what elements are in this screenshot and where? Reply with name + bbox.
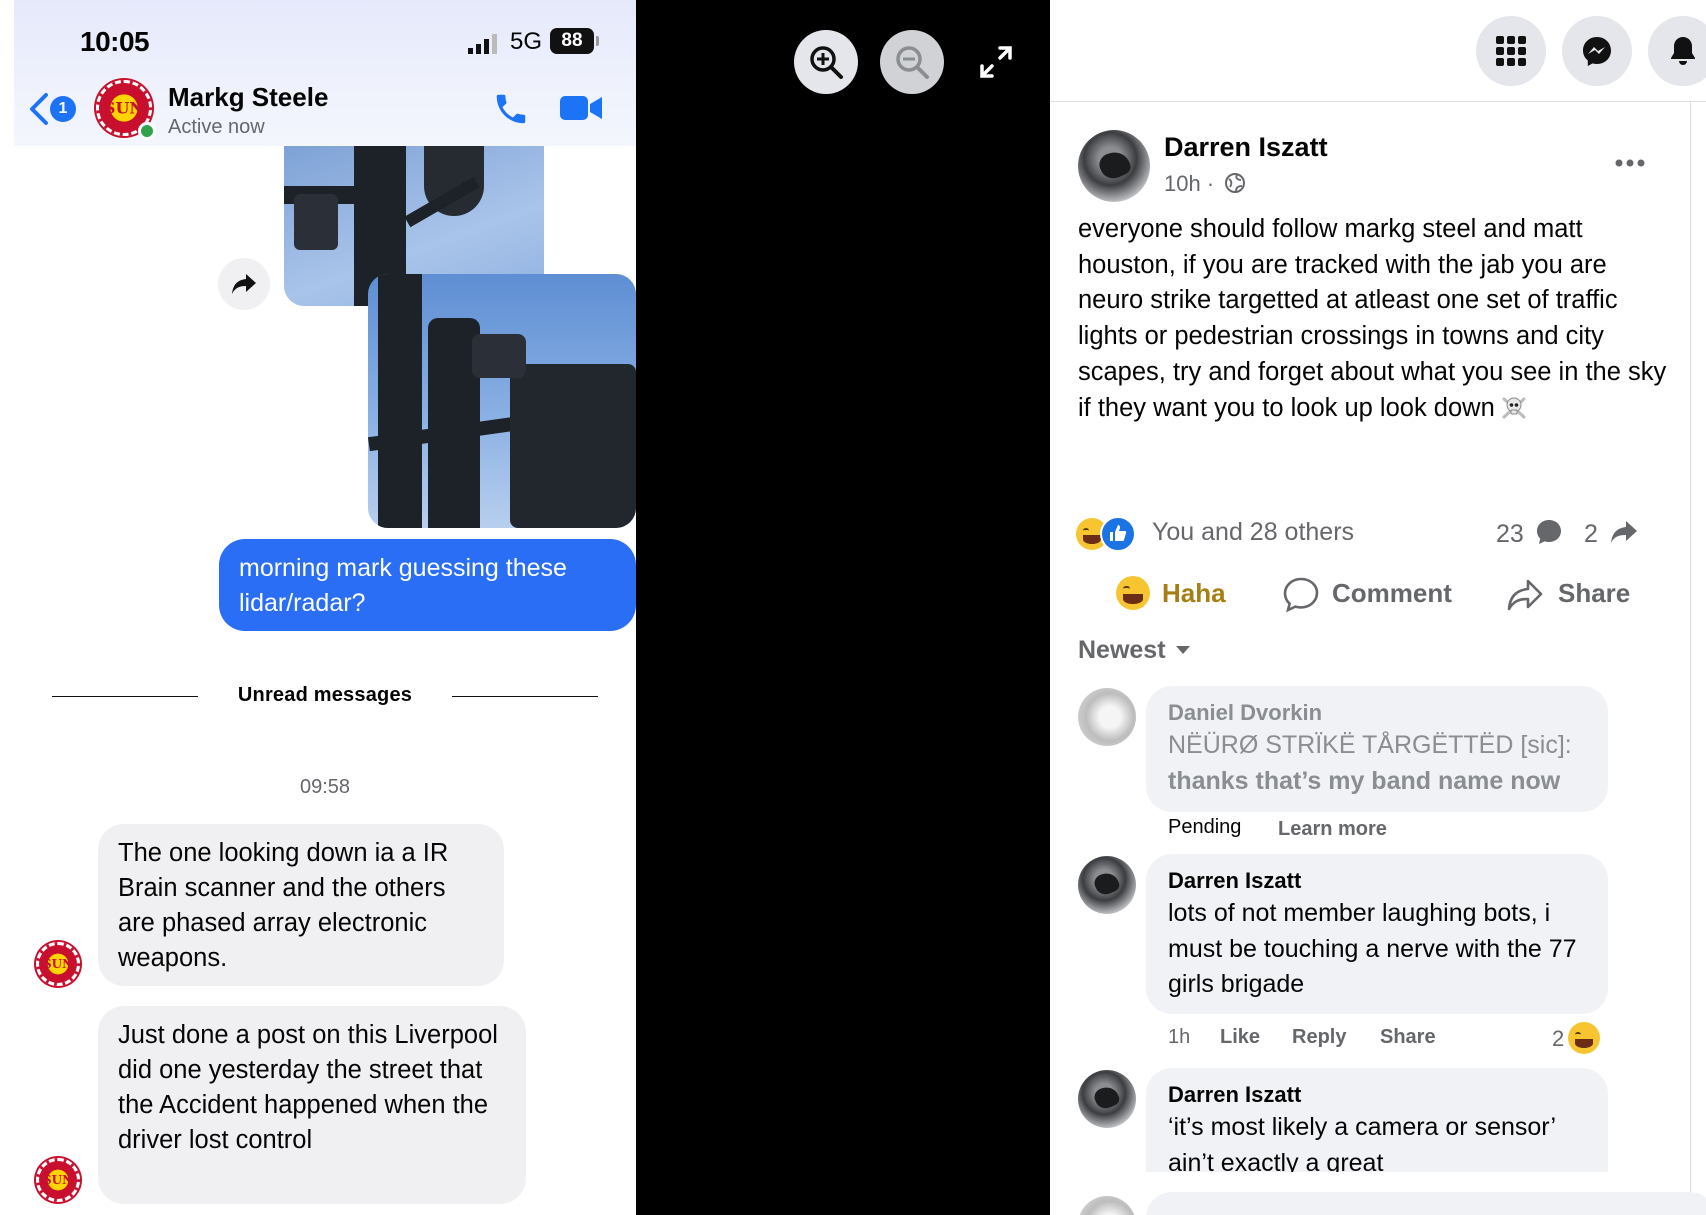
commenter-name[interactable]: Darren Iszatt [1168, 866, 1586, 896]
share-icon [1507, 579, 1543, 611]
share-button[interactable]: Share [1506, 570, 1646, 620]
menu-grid-icon [1496, 36, 1526, 66]
learn-more-link[interactable]: Learn more [1278, 818, 1387, 841]
reactions-summary[interactable]: You and 28 others [1152, 518, 1354, 547]
zoom-out-icon [896, 46, 929, 79]
haha-button[interactable]: Haha [1116, 570, 1246, 620]
zoom-out-button[interactable] [880, 30, 944, 94]
haha-icon [1116, 576, 1150, 610]
skull-crossbones-icon [1502, 397, 1526, 419]
comment-bubble: Darren Iszatt lots of not member laughin… [1146, 854, 1608, 1014]
comment-text: ‘it’s most likely a camera or sensor’ ai… [1168, 1113, 1556, 1177]
bottom-edge [14, 1206, 636, 1215]
comment-text: lots of not member laughing bots, i must… [1168, 899, 1577, 999]
network-label: 5G [510, 28, 543, 55]
commenter-avatar[interactable] [1078, 856, 1136, 914]
chat-header: 1 SUN Markg Steele Active now [14, 74, 636, 146]
post-author-name[interactable]: Darren Iszatt [1164, 132, 1328, 163]
comment-sort-dropdown[interactable]: Newest [1078, 636, 1192, 665]
facebook-top-bar [1050, 0, 1706, 102]
comment-reaction-count[interactable]: 2 [1552, 1026, 1564, 1052]
status-time: 10:05 [80, 26, 150, 57]
scrollbar-track[interactable] [1690, 102, 1691, 1215]
commenter-avatar[interactable] [1078, 1070, 1136, 1128]
thumbs-up-icon [1110, 525, 1127, 541]
online-status-dot [138, 122, 156, 140]
unread-count-badge[interactable]: 1 [50, 96, 76, 122]
caret-down-icon [1175, 646, 1190, 654]
commenter-name[interactable]: Daniel Dvorkin [1168, 698, 1586, 728]
facebook-post-panel: Darren Iszatt 10h · everyone should foll… [1050, 0, 1706, 1215]
post-time[interactable]: 10h · [1164, 171, 1220, 196]
commenter-name[interactable]: Darren Iszatt [1168, 1080, 1586, 1110]
outgoing-message[interactable]: morning mark guessing these lidar/radar? [219, 539, 636, 631]
shared-photo-2[interactable] [368, 274, 636, 528]
comment-button[interactable]: Comment [1282, 570, 1462, 620]
phone-call-icon[interactable] [492, 90, 530, 128]
status-bar: 10:05 5G 88 [14, 0, 636, 84]
share-arrow-icon [1610, 521, 1637, 543]
incoming-message-2[interactable]: Just done a post on this Liverpool did o… [98, 1006, 526, 1204]
share-count[interactable]: 2 [1584, 518, 1639, 549]
post-body: everyone should follow markg steel and m… [1078, 212, 1678, 426]
like-reaction-icon[interactable] [1100, 516, 1136, 552]
haha-reaction-icon [1568, 1022, 1600, 1054]
comment-time[interactable]: 1h [1168, 1026, 1190, 1049]
contact-status: Active now [168, 116, 265, 138]
bell-icon [1671, 37, 1695, 65]
comment-bubble-icon [1536, 520, 1561, 544]
comment-text-line-1: NËÜRØ STRÏKË TÅRGËTTËD [sic]: [1168, 731, 1572, 759]
zoom-in-button[interactable] [794, 30, 858, 94]
notifications-button[interactable] [1648, 16, 1706, 86]
post-meta: 10h · [1164, 171, 1246, 197]
commenter-avatar[interactable] [1078, 688, 1136, 746]
sender-avatar[interactable]: SUN [36, 1158, 80, 1202]
signal-icon [468, 34, 497, 54]
post-author-avatar[interactable] [1078, 130, 1150, 202]
comment-bubble: Daniel Dvorkin NËÜRØ STRÏKË TÅRGËTTËD [s… [1146, 686, 1608, 812]
contact-name[interactable]: Markg Steele [168, 82, 328, 113]
messenger-icon [1583, 37, 1611, 66]
zoom-in-icon [810, 46, 843, 79]
sender-avatar[interactable]: SUN [36, 942, 80, 986]
menu-grid-button[interactable] [1476, 16, 1546, 86]
next-comment-bubble [1146, 1192, 1706, 1215]
fullscreen-icon[interactable] [978, 44, 1014, 80]
post-actions-bar: Haha Comment Share [1050, 570, 1690, 620]
unread-messages-divider: Unread messages [237, 684, 413, 706]
comment-share-button[interactable]: Share [1380, 1026, 1436, 1049]
messenger-screenshot: 10:05 5G 88 1 SUN Markg Steele Active no… [0, 0, 636, 1215]
comment-reply-button[interactable]: Reply [1292, 1026, 1346, 1049]
comment-text-line-2: thanks that’s my band name now [1168, 766, 1561, 795]
comment-like-button[interactable]: Like [1220, 1026, 1260, 1049]
incoming-message-1[interactable]: The one looking down ia a IR Brain scann… [98, 824, 504, 986]
comment-icon [1283, 577, 1319, 613]
back-chevron-icon[interactable] [28, 92, 50, 126]
battery-indicator: 88 [550, 28, 599, 54]
comment-pending-status: Pending [1168, 816, 1242, 838]
message-timestamp: 09:58 [299, 776, 351, 798]
video-call-icon[interactable] [558, 92, 604, 124]
more-options-icon[interactable] [1612, 148, 1648, 178]
messenger-button[interactable] [1562, 16, 1632, 86]
forward-button[interactable] [218, 258, 270, 310]
comment-count[interactable]: 23 [1496, 518, 1563, 549]
forward-arrow-icon [232, 274, 256, 294]
post-text: everyone should follow markg steel and m… [1078, 215, 1667, 422]
globe-icon [1225, 173, 1246, 193]
